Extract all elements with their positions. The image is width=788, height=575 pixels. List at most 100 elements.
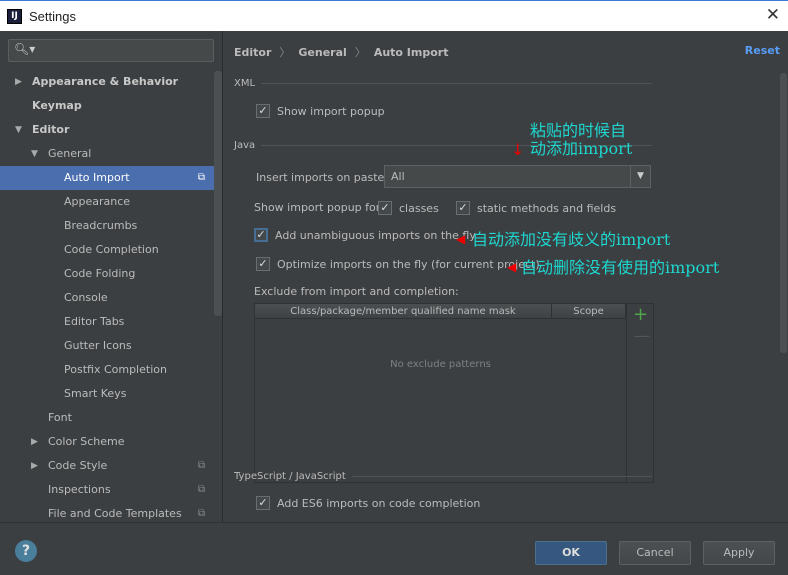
sidebar-item-gutter-icons[interactable]: Gutter Icons: [0, 334, 213, 358]
table-header: Class/package/member qualified name mask…: [255, 304, 626, 319]
divider: [261, 83, 652, 84]
checkmark-icon[interactable]: ✓: [456, 201, 470, 215]
column-mask[interactable]: Class/package/member qualified name mask: [255, 304, 552, 318]
sidebar-scrollbar[interactable]: [214, 71, 222, 316]
project-scope-icon: ⧉: [197, 172, 205, 183]
close-icon[interactable]: ✕: [766, 5, 780, 25]
section-title: XML: [234, 78, 256, 89]
xml-show-import-popup-checkbox[interactable]: ✓ Show import popup: [256, 104, 385, 118]
settings-search-input[interactable]: 🔍︎▾: [8, 39, 214, 62]
sidebar-item-label: Code Style: [48, 459, 108, 472]
help-icon[interactable]: ?: [15, 540, 37, 562]
collapsed-arrow-icon[interactable]: ▶: [31, 454, 38, 478]
expanded-arrow-icon[interactable]: ▼: [31, 142, 38, 166]
popup-for-label: Show import popup for:: [254, 201, 384, 214]
es6-imports-checkbox[interactable]: ✓ Add ES6 imports on code completion: [256, 496, 480, 510]
main-scrollbar[interactable]: [780, 73, 787, 353]
add-unambiguous-checkbox[interactable]: ✓ Add unambiguous imports on the fly: [254, 228, 476, 242]
project-scope-icon: ⧉: [197, 508, 205, 519]
insert-imports-select[interactable]: All ▼: [384, 165, 651, 188]
sidebar-item-code-style[interactable]: ▶ Code Style ⧉: [0, 454, 213, 478]
sidebar-item-code-folding[interactable]: Code Folding: [0, 262, 213, 286]
sidebar-item-label: Breadcrumbs: [64, 219, 138, 232]
red-arrow-down-icon: ↓: [511, 140, 525, 159]
exclude-table: Class/package/member qualified name mask…: [254, 303, 654, 483]
annotation-unambiguous: 自动添加没有歧义的import: [472, 230, 671, 249]
window-title: Settings: [29, 8, 76, 24]
sidebar-item-console[interactable]: Console: [0, 286, 213, 310]
insert-imports-label: Insert imports on paste:: [256, 171, 389, 184]
sidebar-item-code-completion[interactable]: Code Completion: [0, 238, 213, 262]
sidebar-item-postfix-completion[interactable]: Postfix Completion: [0, 358, 213, 382]
exclude-label: Exclude from import and completion:: [254, 285, 459, 298]
sidebar-item-label: File and Code Templates: [48, 507, 182, 520]
sidebar-item-label: Inspections: [48, 483, 111, 496]
checkmark-icon[interactable]: ✓: [256, 104, 270, 118]
checkmark-icon[interactable]: ✓: [254, 228, 268, 242]
annotation-optimize: 自动删除没有使用的import: [521, 258, 720, 277]
breadcrumb-auto-import: Auto Import: [373, 46, 449, 59]
cancel-button[interactable]: Cancel: [619, 541, 691, 565]
breadcrumb-general[interactable]: General: [298, 46, 346, 59]
section-title: TypeScript / JavaScript: [234, 471, 346, 482]
sidebar-item-smart-keys[interactable]: Smart Keys: [0, 382, 213, 406]
sidebar-item-auto-import[interactable]: Auto Import ⧉: [0, 166, 222, 190]
sidebar-item-inspections[interactable]: Inspections ⧉: [0, 478, 213, 502]
chevron-down-icon[interactable]: ▼: [630, 166, 650, 187]
sidebar-item-label: Console: [64, 291, 108, 304]
sidebar-item-font[interactable]: Font: [0, 406, 213, 430]
checkbox-label: static methods and fields: [477, 201, 617, 215]
sidebar-item-label: Gutter Icons: [64, 339, 132, 352]
checkmark-icon[interactable]: ✓: [256, 257, 270, 271]
collapsed-arrow-icon[interactable]: ▶: [15, 70, 22, 94]
sidebar-item-appearance-behavior[interactable]: ▶ Appearance & Behavior: [0, 70, 213, 94]
classes-checkbox[interactable]: ✓ classes: [378, 201, 439, 215]
project-scope-icon: ⧉: [197, 484, 205, 495]
chevron-right-icon: 〉: [354, 46, 366, 59]
divider: [351, 476, 652, 477]
sidebar-item-label: Appearance & Behavior: [32, 75, 179, 88]
breadcrumb-editor[interactable]: Editor: [234, 46, 271, 59]
xml-section: XML: [234, 78, 652, 89]
add-icon[interactable]: +: [633, 304, 648, 325]
annotation-text: 动添加import: [530, 139, 633, 158]
annotation-paste: 粘贴的时候自 动添加import: [530, 122, 632, 158]
sidebar-item-editor-tabs[interactable]: Editor Tabs: [0, 310, 213, 334]
sidebar-item-appearance[interactable]: Appearance: [0, 190, 213, 214]
sidebar-item-keymap[interactable]: Keymap: [0, 94, 213, 118]
sidebar-item-label: Editor: [32, 123, 70, 136]
sidebar-item-label: Smart Keys: [64, 387, 127, 400]
section-title: Java: [234, 140, 256, 151]
empty-table-text: No exclude patterns: [390, 359, 491, 370]
annotation-text: 粘贴的时候自: [530, 121, 627, 140]
checkmark-icon[interactable]: ✓: [378, 201, 392, 215]
intellij-logo-icon: IJ: [7, 8, 22, 24]
collapsed-arrow-icon[interactable]: ▶: [31, 430, 38, 454]
sidebar-item-label: Font: [48, 411, 72, 424]
search-icon: 🔍︎▾: [14, 42, 36, 56]
sidebar-item-file-and-code-templates[interactable]: File and Code Templates ⧉: [0, 502, 213, 522]
apply-button[interactable]: Apply: [703, 541, 775, 565]
checkmark-icon[interactable]: ✓: [256, 496, 270, 510]
sidebar-item-label: Color Scheme: [48, 435, 125, 448]
static-methods-checkbox[interactable]: ✓ static methods and fields: [456, 201, 616, 215]
sidebar-item-label: Keymap: [32, 99, 82, 112]
dialog-footer: ? OK Cancel Apply: [0, 522, 788, 575]
project-scope-icon: ⧉: [197, 460, 205, 471]
typescript-section: TypeScript / JavaScript: [234, 471, 652, 482]
checkbox-label: Add ES6 imports on code completion: [277, 496, 481, 510]
table-toolbar: + —: [626, 304, 653, 482]
sidebar-item-general[interactable]: ▼ General: [0, 142, 213, 166]
sidebar-item-label: Auto Import: [64, 171, 130, 184]
title-bar: IJ Settings ✕: [0, 0, 788, 31]
red-arrow-left-icon: ◀: [456, 232, 466, 246]
optimize-imports-checkbox[interactable]: ✓ Optimize imports on the fly (for curren…: [256, 257, 540, 271]
ok-button[interactable]: OK: [535, 541, 607, 565]
column-scope[interactable]: Scope: [552, 304, 626, 318]
sidebar-item-editor[interactable]: ▼ Editor: [0, 118, 213, 142]
sidebar-item-color-scheme[interactable]: ▶ Color Scheme: [0, 430, 213, 454]
expanded-arrow-icon[interactable]: ▼: [15, 118, 22, 142]
sidebar-item-label: Code Completion: [64, 243, 159, 256]
reset-link[interactable]: Reset: [745, 44, 780, 57]
sidebar-item-breadcrumbs[interactable]: Breadcrumbs: [0, 214, 213, 238]
